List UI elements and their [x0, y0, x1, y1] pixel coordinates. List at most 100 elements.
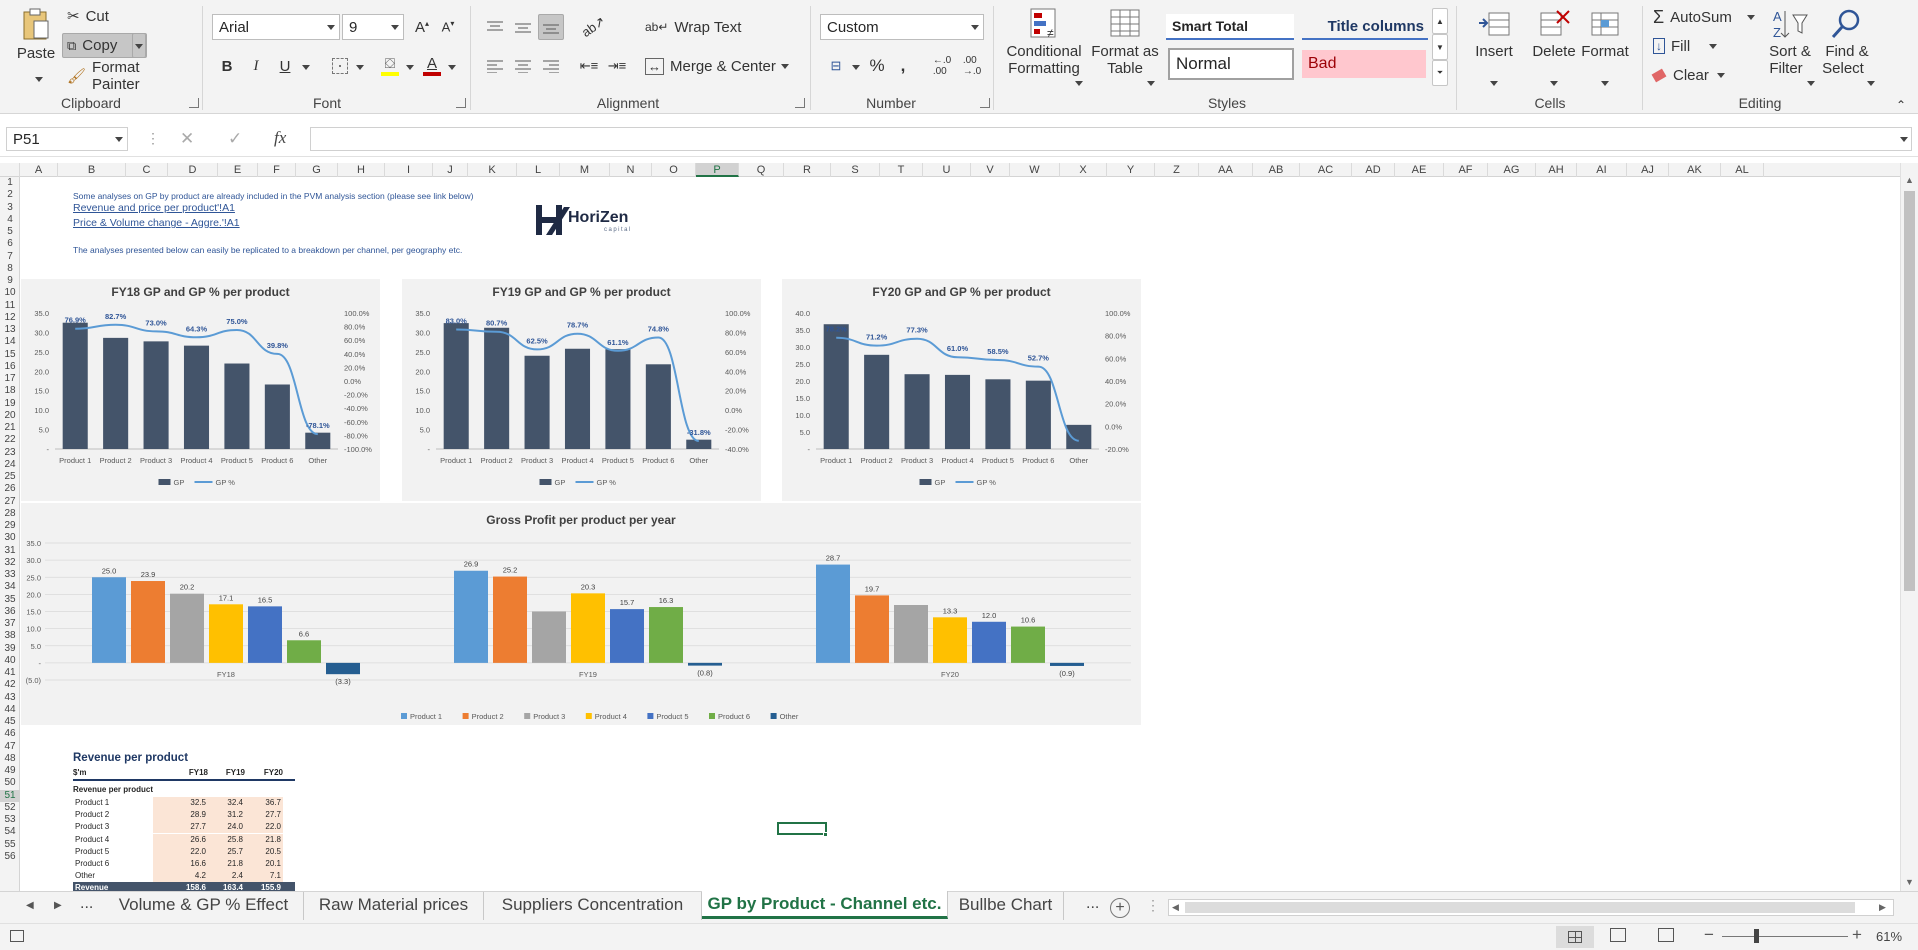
column-header-D[interactable]: D	[168, 163, 218, 177]
normal-view-button[interactable]	[1556, 926, 1594, 948]
row-header-1[interactable]: 1	[0, 177, 20, 189]
row-header-25[interactable]: 25	[0, 471, 20, 483]
row-header-6[interactable]: 6	[0, 238, 20, 250]
row-header-26[interactable]: 26	[0, 483, 20, 495]
column-header-AA[interactable]: AA	[1199, 163, 1253, 177]
row-header-52[interactable]: 52	[0, 802, 20, 814]
row-header-42[interactable]: 42	[0, 679, 20, 691]
row-header-51[interactable]: 51	[0, 789, 20, 802]
sort-filter-button[interactable]: AZ Sort & Filter	[1762, 6, 1818, 92]
new-sheet-button[interactable]: +	[1110, 898, 1130, 918]
column-header-U[interactable]: U	[923, 163, 971, 177]
styles-scroll-down[interactable]: ▼	[1432, 34, 1448, 60]
row-header-10[interactable]: 10	[0, 287, 20, 299]
row-value[interactable]: 36.7	[245, 797, 283, 809]
row-value[interactable]: 158.6	[153, 882, 208, 891]
row-header-55[interactable]: 55	[0, 839, 20, 851]
row-header-3[interactable]: 3	[0, 202, 20, 214]
fill-button[interactable]: ↓ Fill	[1652, 33, 1717, 59]
row-header-28[interactable]: 28	[0, 508, 20, 520]
row-header-45[interactable]: 45	[0, 716, 20, 728]
row-header-18[interactable]: 18	[0, 385, 20, 397]
tab-volume-gp-effect[interactable]: Volume & GP % Effect	[104, 892, 304, 920]
scroll-thumb[interactable]	[1904, 191, 1915, 591]
gp-bar[interactable]	[686, 439, 712, 449]
conditional-formatting-button[interactable]: ≠ Conditional Formatting	[1002, 6, 1086, 92]
row-header-22[interactable]: 22	[0, 434, 20, 446]
zoom-level[interactable]: 61%	[1876, 929, 1902, 944]
row-header-48[interactable]: 48	[0, 753, 20, 765]
gp-bar[interactable]	[1066, 424, 1092, 449]
number-launcher[interactable]	[980, 98, 990, 108]
row-value[interactable]: 27.7	[153, 821, 208, 834]
column-header-AJ[interactable]: AJ	[1627, 163, 1669, 177]
row-header-23[interactable]: 23	[0, 447, 20, 459]
column-header-A[interactable]: A	[20, 163, 58, 177]
decrease-font-button[interactable]: A▾	[436, 14, 460, 40]
row-value[interactable]: 22.0	[245, 821, 283, 834]
align-bottom-button[interactable]	[538, 14, 564, 40]
row-header-24[interactable]: 24	[0, 459, 20, 471]
gp-bar[interactable]	[62, 322, 88, 449]
cut-button[interactable]: ✂ Cut	[66, 4, 126, 28]
row-value[interactable]: 163.4	[208, 882, 245, 891]
name-box[interactable]: P51	[6, 127, 128, 151]
column-header-F[interactable]: F	[258, 163, 296, 177]
gp-bar[interactable]	[443, 323, 469, 449]
row-value[interactable]: 24.0	[208, 821, 245, 834]
format-button[interactable]: Format	[1576, 6, 1634, 92]
wrap-text-button[interactable]: ab↵ Wrap Text	[644, 14, 744, 40]
chevron-down-icon[interactable]	[852, 65, 860, 70]
fy19-gp-chart[interactable]: FY19 GP and GP % per product 35.0 30.0 25.0…	[402, 279, 761, 501]
row-header-53[interactable]: 53	[0, 814, 20, 826]
formula-input[interactable]	[310, 127, 1912, 151]
merge-center-button[interactable]: ↔ Merge & Center	[644, 53, 794, 79]
row-header-56[interactable]: 56	[0, 851, 20, 863]
gp-bar[interactable]	[183, 345, 210, 449]
column-header-N[interactable]: N	[610, 163, 652, 177]
column-header-B[interactable]: B	[58, 163, 126, 177]
row-header-49[interactable]: 49	[0, 765, 20, 777]
gp-bar-other[interactable]	[688, 662, 722, 666]
column-header-AL[interactable]: AL	[1721, 163, 1764, 177]
row-header-14[interactable]: 14	[0, 336, 20, 348]
underline-button[interactable]: U	[272, 53, 298, 79]
gp-bar[interactable]	[564, 348, 591, 449]
row-header-11[interactable]: 11	[0, 300, 20, 312]
find-select-button[interactable]: Find & Select	[1818, 6, 1876, 92]
row-header-9[interactable]: 9	[0, 275, 20, 287]
delete-button[interactable]: Delete	[1526, 6, 1582, 92]
row-header-38[interactable]: 38	[0, 630, 20, 642]
row-header-32[interactable]: 32	[0, 557, 20, 569]
gp-bar[interactable]	[645, 364, 671, 449]
gp-bar-product-2[interactable]	[131, 581, 165, 663]
column-header-V[interactable]: V	[971, 163, 1010, 177]
font-color-button[interactable]: A	[418, 51, 446, 79]
gp-bar-product-5[interactable]	[248, 606, 282, 663]
hscroll-thumb[interactable]	[1185, 902, 1855, 913]
alignment-launcher[interactable]	[795, 98, 805, 108]
font-launcher[interactable]	[456, 98, 466, 108]
align-right-button[interactable]	[538, 53, 564, 79]
gp-bar[interactable]	[305, 432, 331, 449]
hscroll-right-icon[interactable]: ▶	[1879, 902, 1886, 913]
row-header-16[interactable]: 16	[0, 361, 20, 373]
row-header-8[interactable]: 8	[0, 263, 20, 275]
vertical-scrollbar[interactable]: ▲ ▼	[1900, 163, 1918, 891]
align-middle-button[interactable]	[510, 14, 536, 40]
column-header-P[interactable]: P	[696, 163, 739, 177]
gp-bar-product-6[interactable]	[1011, 626, 1045, 663]
style-smart-total[interactable]: Smart Total	[1166, 14, 1294, 40]
price-volume-link[interactable]: Price & Volume change - Aggre.'!A1	[73, 217, 240, 229]
chevron-down-icon[interactable]	[448, 65, 456, 70]
align-top-button[interactable]	[482, 14, 508, 40]
gp-bar-other[interactable]	[326, 662, 360, 675]
row-header-7[interactable]: 7	[0, 251, 20, 263]
italic-button[interactable]: I	[243, 53, 269, 79]
row-header-19[interactable]: 19	[0, 398, 20, 410]
styles-scroll-up[interactable]: ▲	[1432, 8, 1448, 34]
row-header-21[interactable]: 21	[0, 422, 20, 434]
row-header-34[interactable]: 34	[0, 581, 20, 593]
style-bad[interactable]: Bad	[1302, 50, 1426, 78]
row-header-31[interactable]: 31	[0, 545, 20, 557]
